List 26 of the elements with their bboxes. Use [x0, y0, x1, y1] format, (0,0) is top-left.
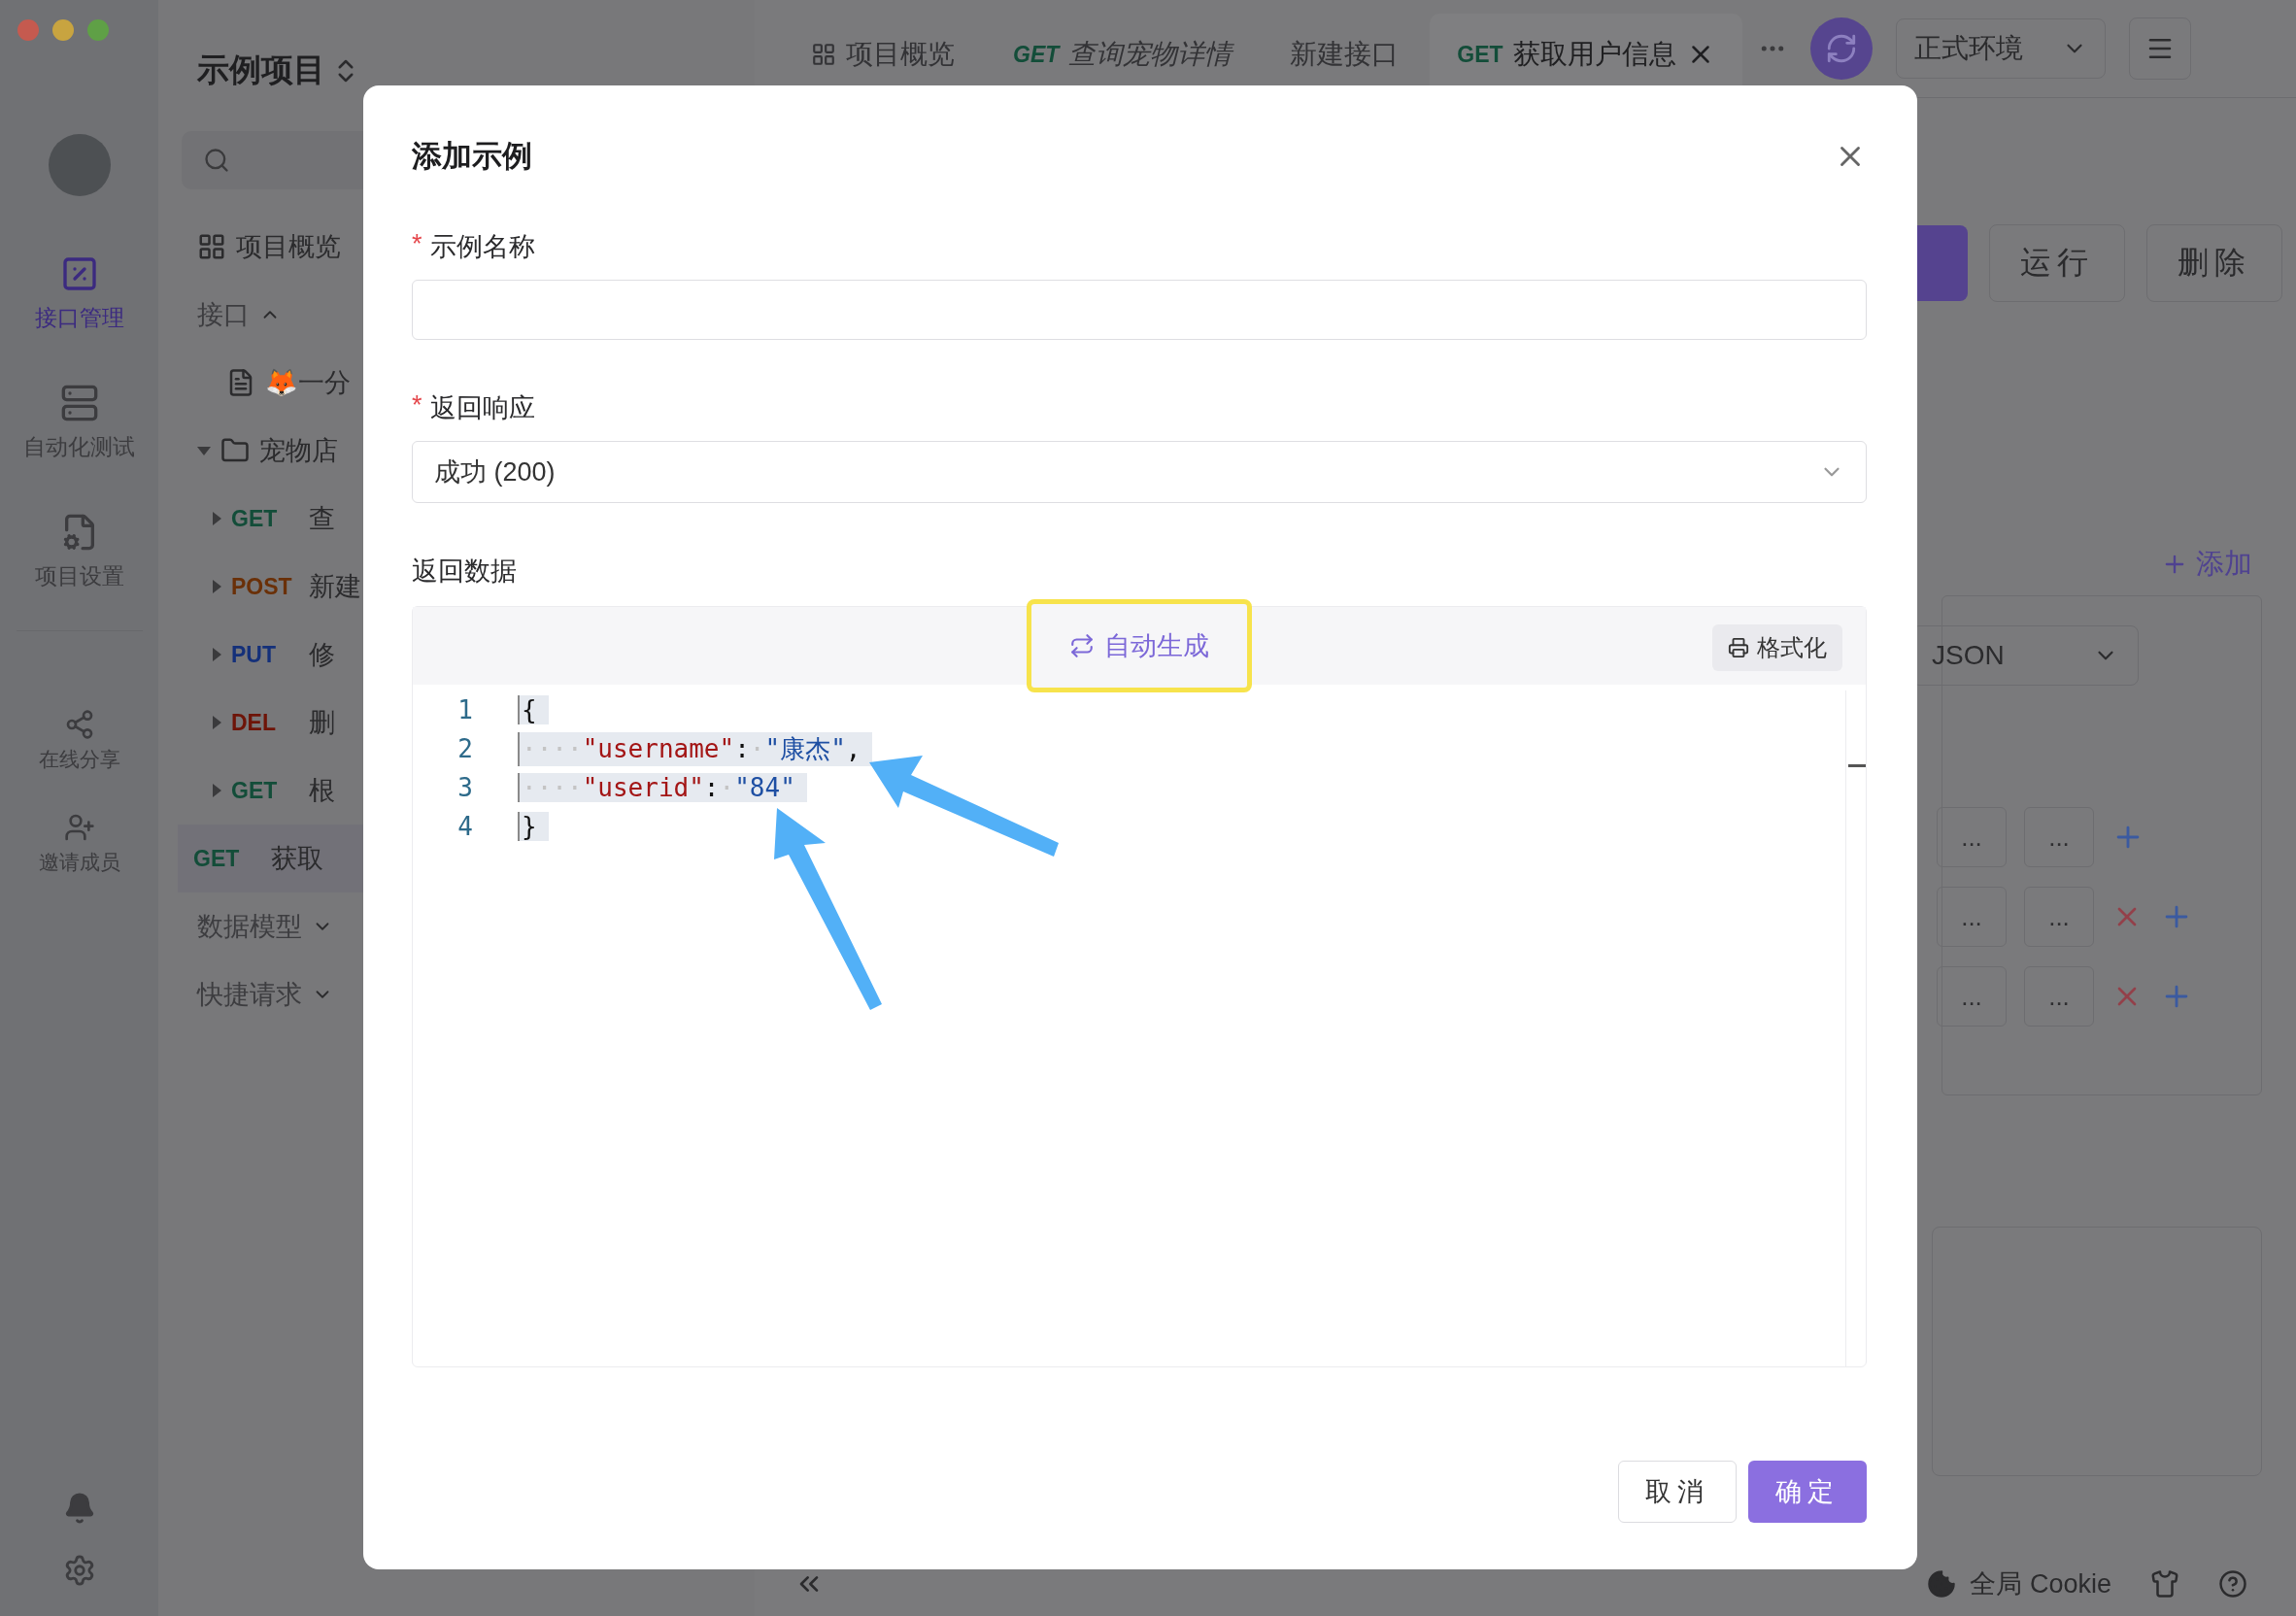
add-label: 添加 [2196, 547, 2252, 581]
field-label: 返回数据 [412, 556, 517, 588]
endpoint-name: 根 [309, 775, 335, 807]
field-label: 返回响应 [429, 392, 535, 424]
method-label: DEL [231, 709, 277, 736]
required-mark: * [412, 229, 422, 260]
line-number: 3 [456, 773, 474, 802]
endpoint-name: 修 [309, 639, 335, 671]
line-number: 2 [456, 734, 474, 763]
endpoint-name: 查 [309, 503, 335, 535]
doc-name: 🦊一分 [265, 367, 351, 399]
method-label: POST [231, 573, 293, 600]
endpoint-name: 删 [309, 707, 335, 739]
method-label: GET [231, 777, 279, 804]
method-label: GET [1457, 41, 1503, 68]
method-label: PUT [231, 641, 277, 668]
dialog-title: 添加示例 [412, 138, 532, 175]
line-number: 4 [456, 812, 474, 841]
required-mark: * [412, 390, 422, 421]
field-label: 示例名称 [429, 231, 535, 263]
method-label: GET [231, 505, 279, 532]
endpoint-name: 新建 [309, 571, 361, 603]
endpoint-name: 获取 [271, 843, 323, 875]
line-number: 1 [456, 695, 474, 724]
method-label: GET [1013, 41, 1060, 68]
method-label: GET [193, 845, 241, 872]
